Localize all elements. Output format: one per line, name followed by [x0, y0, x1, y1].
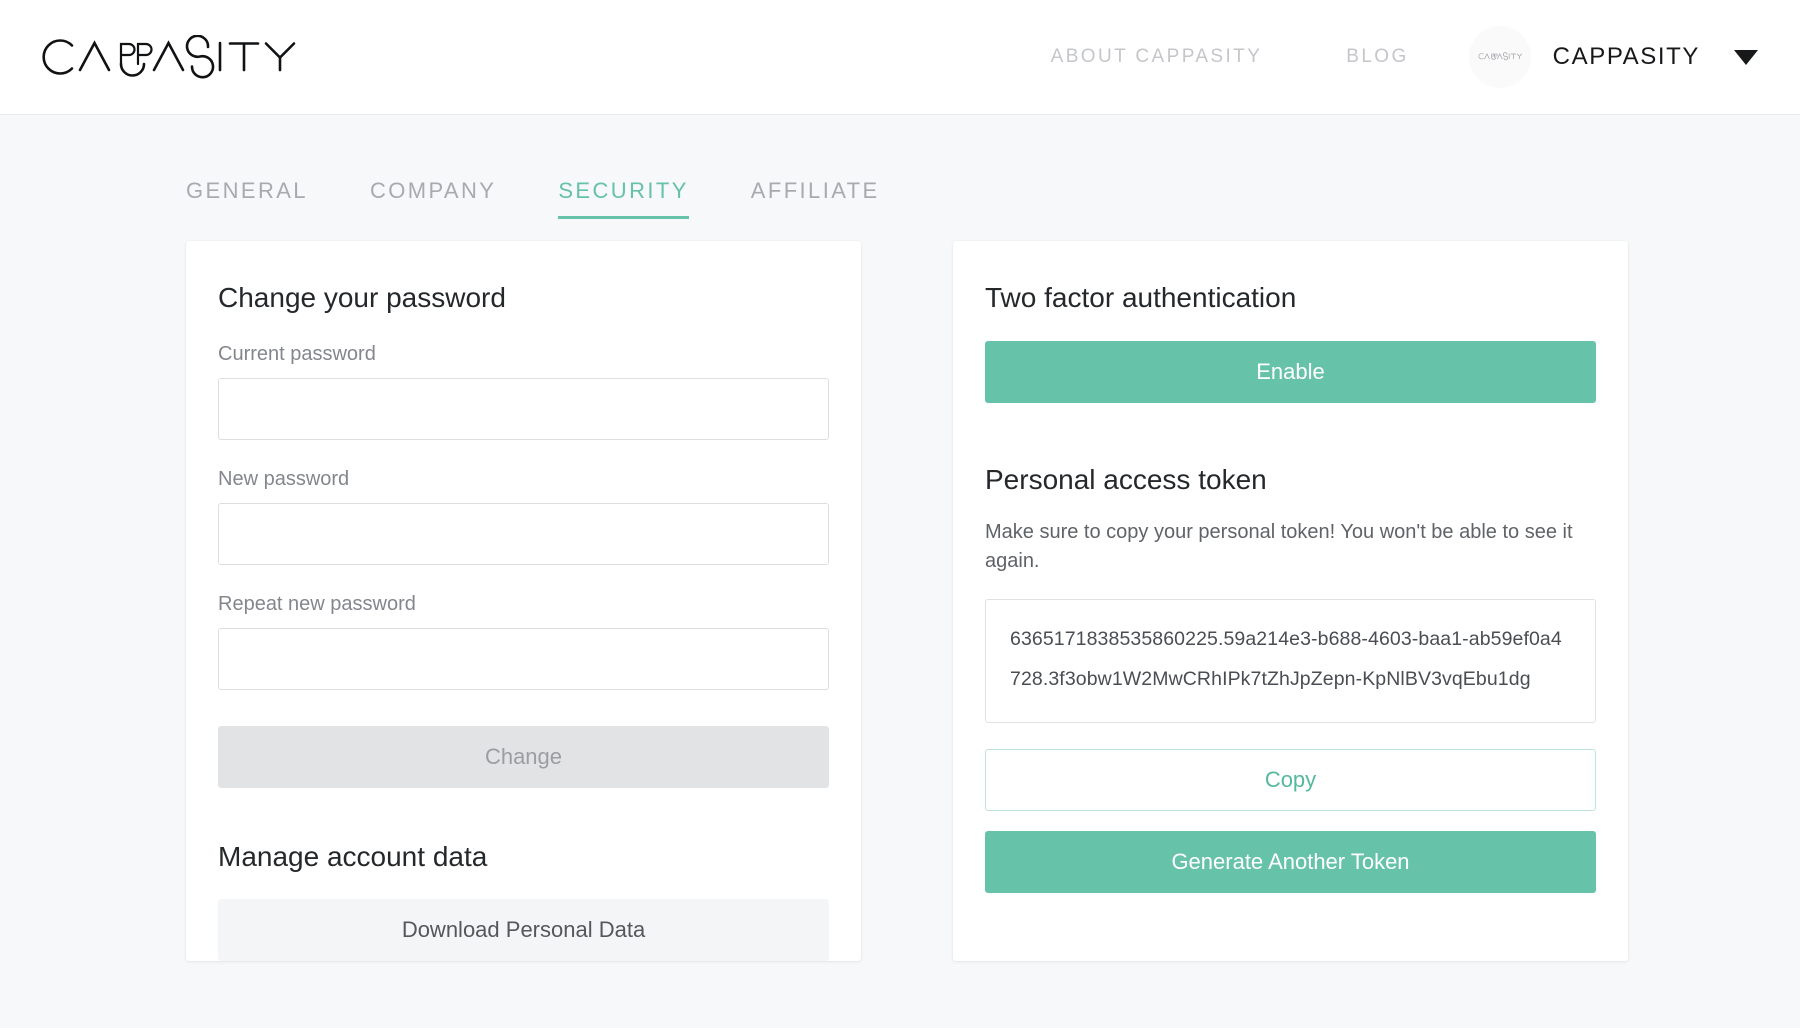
- security-card: Two factor authentication Enable Persona…: [953, 241, 1628, 962]
- card-spacer: [218, 788, 829, 840]
- generate-another-token-button[interactable]: Generate Another Token: [985, 830, 1596, 893]
- tab-company[interactable]: COMPANY: [370, 178, 496, 219]
- new-password-input[interactable]: [218, 502, 829, 565]
- settings-tabs: GENERAL COMPANY SECURITY AFFILIATE: [0, 145, 1800, 219]
- token-helper-text: Make sure to copy your personal token! Y…: [985, 521, 1573, 572]
- current-password-label: Current password: [218, 342, 376, 365]
- cappasity-logo-icon: [42, 35, 296, 79]
- repeat-new-password-label: Repeat new password: [218, 592, 416, 615]
- tab-affiliate[interactable]: AFFILIATE: [751, 178, 880, 219]
- change-password-button[interactable]: Change: [218, 725, 829, 788]
- new-password-label: New password: [218, 467, 350, 490]
- repeat-new-password-input[interactable]: [218, 627, 829, 690]
- avatar: [1468, 26, 1531, 88]
- header-nav: ABOUT CAPPASITY BLOG CAPPASITY: [1009, 0, 1764, 114]
- personal-access-token-title: Personal access token: [985, 463, 1267, 495]
- enable-two-factor-button[interactable]: Enable: [985, 340, 1596, 403]
- chevron-down-icon[interactable]: [1734, 49, 1758, 65]
- download-personal-data-button[interactable]: Download Personal Data: [218, 899, 829, 962]
- settings-content: Change your password Current password Ne…: [0, 219, 1800, 962]
- two-factor-authentication-title: Two factor authentication: [985, 282, 1297, 313]
- tab-general[interactable]: GENERAL: [186, 178, 308, 219]
- change-password-card: Change your password Current password Ne…: [186, 241, 861, 962]
- avatar-cappasity-logo-icon: [1478, 52, 1522, 61]
- current-password-input[interactable]: [218, 377, 829, 440]
- manage-account-data-title: Manage account data: [218, 840, 488, 872]
- nav-blog[interactable]: BLOG: [1304, 46, 1450, 68]
- tab-security[interactable]: SECURITY: [558, 178, 689, 219]
- change-password-title: Change your password: [218, 282, 506, 313]
- site-header: ABOUT CAPPASITY BLOG CAPPASITY: [0, 0, 1800, 115]
- account-name: CAPPASITY: [1552, 43, 1700, 70]
- nav-about-cappasity[interactable]: ABOUT CAPPASITY: [1009, 46, 1305, 68]
- account-menu[interactable]: CAPPASITY: [1451, 26, 1758, 88]
- personal-access-token-value[interactable]: 6365171838535860225.59a214e3-b688-4603-b…: [985, 598, 1596, 723]
- copy-token-button[interactable]: Copy: [985, 748, 1596, 811]
- brand-logo[interactable]: [36, 27, 304, 87]
